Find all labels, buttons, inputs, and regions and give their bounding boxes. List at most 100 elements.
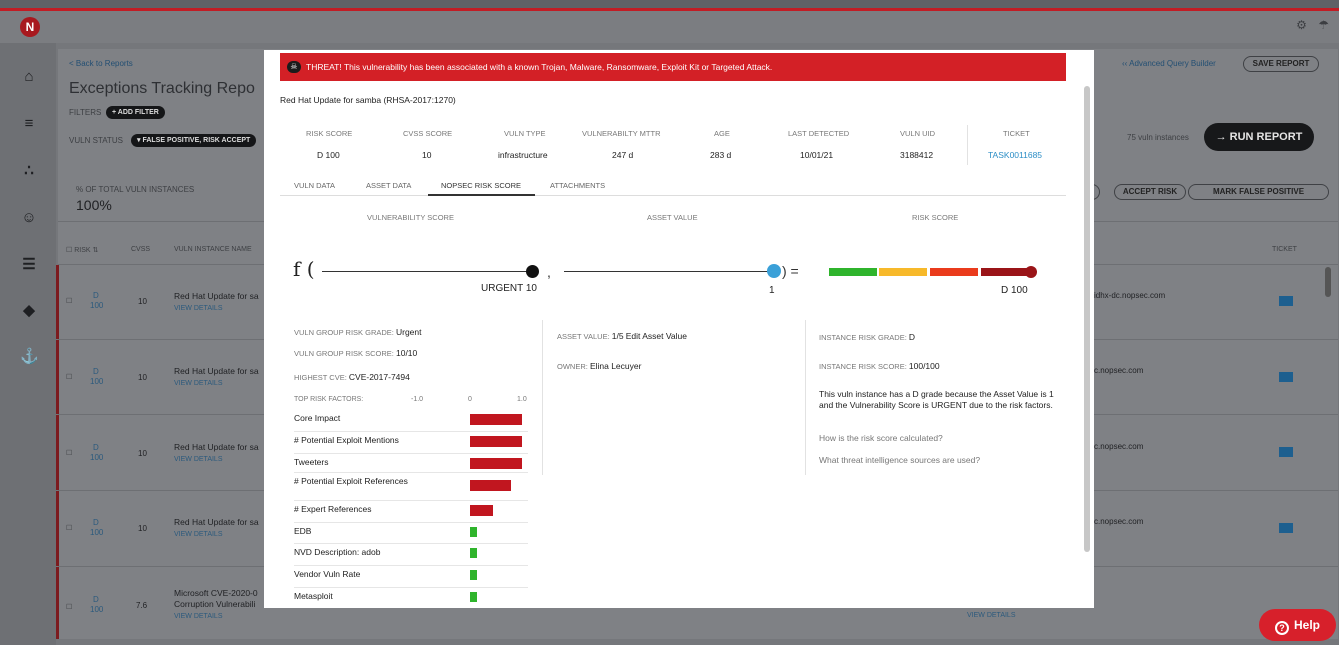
owner-info: OWNER: Elina Lecuyer — [557, 361, 641, 371]
row-view-details[interactable]: VIEW DETAILS — [174, 613, 223, 620]
active-tab-indicator — [428, 194, 535, 196]
row-severity-marker — [56, 491, 59, 566]
divider — [967, 125, 968, 165]
row-view-details-right[interactable]: VIEW DETAILS — [967, 612, 1016, 619]
row-checkbox[interactable]: ☐ — [66, 297, 72, 305]
vulnerability-score-track — [322, 271, 532, 272]
vulnerability-title: Red Hat Update for samba (RHSA-2017:1270… — [280, 95, 456, 105]
asset-value-info: ASSET VALUE: 1/5 Edit Asset Value — [557, 331, 687, 341]
risk-score-marker — [1025, 266, 1037, 278]
row-host: c.nopsec.com — [1094, 442, 1144, 451]
risk-factor-name: Vendor Vuln Rate — [294, 569, 361, 579]
percent-total-label: % OF TOTAL VULN INSTANCES — [76, 185, 195, 194]
vuln-group-risk-score-label: VULN GROUP RISK SCORE: — [294, 349, 394, 358]
chart-icon[interactable]: ≡ — [20, 115, 38, 133]
highest-cve-link[interactable]: CVE-2017-7494 — [349, 372, 410, 382]
row-view-details[interactable]: VIEW DETAILS — [174, 380, 223, 387]
ticket-icon[interactable] — [1279, 447, 1293, 457]
row-checkbox[interactable]: ☐ — [66, 373, 72, 381]
vulnerability-score-value: URGENT 10 — [481, 283, 537, 294]
owner-label: OWNER: — [557, 362, 588, 371]
asset-value-track — [564, 271, 774, 272]
plug-icon[interactable]: ⚓ — [20, 348, 39, 366]
back-to-reports-link[interactable]: < Back to Reports — [69, 59, 133, 68]
tab-vuln-data[interactable]: VULN DATA — [294, 181, 335, 190]
column-cvss[interactable]: CVSS — [131, 246, 150, 253]
ticket-link[interactable]: TASK0011685 — [988, 150, 1042, 160]
column-ticket: TICKET — [1272, 246, 1297, 253]
cvss-score-label: CVSS SCORE — [403, 129, 453, 138]
row-cvss: 10 — [138, 524, 147, 533]
risk-factor-divider — [294, 453, 528, 454]
vulnerability-score-heading: VULNERABILITY SCORE — [367, 213, 454, 222]
save-report-button[interactable]: SAVE REPORT — [1243, 56, 1319, 72]
row-checkbox[interactable]: ☐ — [66, 524, 72, 532]
risk-factor-bar — [470, 414, 522, 425]
top-right-icons[interactable]: ⚙ ☂ — [1296, 18, 1333, 32]
hierarchy-icon[interactable]: ∴ — [20, 162, 38, 180]
add-filter-button[interactable]: + ADD FILTER — [106, 106, 165, 119]
row-view-details[interactable]: VIEW DETAILS — [174, 305, 223, 312]
ticket-icon[interactable] — [1279, 523, 1293, 533]
tab-nopsec-risk-score[interactable]: NOPSEC RISK SCORE — [441, 181, 521, 190]
threat-sources-link[interactable]: What threat intelligence sources are use… — [819, 455, 980, 465]
risk-factor-bar — [470, 570, 477, 580]
mttr-value: 247 d — [612, 150, 634, 160]
risk-score-label: RISK SCORE — [306, 129, 353, 138]
column-vuln-instance-name[interactable]: VULN INSTANCE NAME — [174, 246, 252, 253]
row-view-details[interactable]: VIEW DETAILS — [174, 456, 223, 463]
formula-equals: ) = — [782, 263, 799, 279]
help-icon: ? — [1274, 621, 1289, 635]
row-checkbox[interactable]: ☐ — [66, 449, 72, 457]
row-risk-grade: D — [93, 291, 99, 300]
risk-factor-divider — [294, 587, 528, 588]
vulnerability-score-marker — [525, 265, 539, 278]
accept-risk-button[interactable]: ACCEPT RISK — [1114, 184, 1186, 200]
advanced-query-builder-link[interactable]: ‹‹ Advanced Query Builder — [1122, 59, 1216, 68]
ticket-icon[interactable] — [1279, 372, 1293, 382]
tab-attachments[interactable]: ATTACHMENTS — [550, 181, 605, 190]
run-report-button[interactable]: → RUN REPORT — [1204, 123, 1314, 151]
instance-risk-grade-label: INSTANCE RISK GRADE: — [819, 333, 907, 342]
row-name: Red Hat Update for sa — [174, 517, 259, 527]
mark-false-positive-button[interactable]: MARK FALSE POSITIVE — [1188, 184, 1329, 200]
nopsec-logo[interactable]: N — [20, 17, 40, 37]
home-icon[interactable]: ⌂ — [20, 68, 38, 86]
age-label: AGE — [714, 129, 730, 138]
row-cvss: 10 — [138, 449, 147, 458]
risk-calculation-link[interactable]: How is the risk score calculated? — [819, 433, 943, 443]
axis-min-label: -1.0 — [411, 396, 424, 403]
risk-bar-high — [930, 268, 978, 276]
edit-asset-value-link[interactable]: Edit Asset Value — [626, 331, 687, 341]
table-scrollbar[interactable] — [1325, 267, 1331, 297]
modal-scrollbar[interactable] — [1084, 86, 1090, 552]
tags-icon[interactable]: ◆ — [20, 302, 38, 320]
tabs-divider — [280, 195, 1066, 196]
asset-value-number: 1 — [769, 285, 775, 296]
vuln-status-filter[interactable]: ▾ FALSE POSITIVE, RISK ACCEPT — [131, 134, 257, 147]
row-name: Red Hat Update for sa — [174, 366, 259, 376]
row-risk-score: 100 — [90, 528, 104, 537]
mttr-label: VULNERABILTY MTTR — [582, 129, 661, 138]
instance-risk-score-value: 100/100 — [908, 361, 940, 371]
age-value: 283 d — [710, 150, 732, 160]
instance-risk-grade-value: D — [908, 332, 916, 342]
risk-factor-name: EDB — [294, 526, 312, 536]
risk-explanation: This vuln instance has a D grade because… — [819, 389, 1054, 410]
vulnerability-detail-modal: ☠ THREAT! This vulnerability has been as… — [264, 50, 1094, 608]
database-icon[interactable]: ☰ — [20, 256, 38, 274]
risk-factor-bar — [470, 527, 477, 537]
help-button[interactable]: ? Help — [1259, 609, 1336, 641]
row-checkbox[interactable]: ☐ — [66, 603, 72, 611]
asset-value-heading: ASSET VALUE — [647, 213, 698, 222]
tab-asset-data[interactable]: ASSET DATA — [366, 181, 411, 190]
risk-factor-bar — [470, 480, 511, 491]
page-title: Exceptions Tracking Repo — [69, 80, 255, 97]
ticket-icon[interactable] — [1279, 296, 1293, 306]
vuln-group-risk-grade: VULN GROUP RISK GRADE: Urgent — [294, 327, 422, 337]
row-view-details[interactable]: VIEW DETAILS — [174, 531, 223, 538]
owner-value: Elina Lecuyer — [589, 361, 642, 371]
column-risk[interactable]: ☐ RISK ⇅ — [66, 246, 98, 254]
risk-factor-bar — [470, 436, 522, 447]
user-lock-icon[interactable]: ☺ — [20, 209, 38, 227]
